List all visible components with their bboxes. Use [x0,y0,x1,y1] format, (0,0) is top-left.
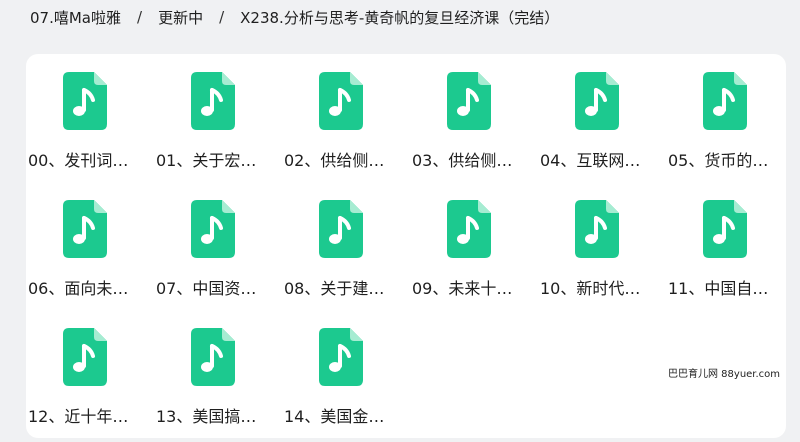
audio-file-icon [447,200,491,258]
file-grid-panel: 00、发刊词… 01、关于宏… 02、供给侧… 03、供给侧… 04、互联网… 05、货币… [26,54,786,438]
file-item[interactable]: 06、面向未… [26,182,154,310]
file-name: 05、货币的… [668,151,769,170]
audio-file-icon [191,328,235,386]
audio-file-icon [63,200,107,258]
file-name: 10、新时代… [540,279,641,298]
file-name: 01、关于宏… [156,151,257,170]
watermark: 巴巴育儿网 88yuer.com [668,369,781,380]
file-name: 12、近十年… [28,407,129,426]
audio-file-icon [63,328,107,386]
file-item[interactable]: 10、新时代… [538,182,666,310]
file-name: 08、关于建… [284,279,385,298]
file-name: 14、美国金… [284,407,385,426]
audio-file-icon [447,72,491,130]
file-name: 11、中国自… [668,279,769,298]
file-name: 13、美国搞… [156,407,257,426]
file-name: 00、发刊词… [28,151,129,170]
file-item[interactable]: 07、中国资… [154,182,282,310]
file-item[interactable]: 02、供给侧… [282,54,410,182]
breadcrumb: 07.嘻Ma啦雅 / 更新中 / X238.分析与思考-黄奇帆的复旦经济课（完结… [30,6,559,28]
audio-file-icon [191,200,235,258]
breadcrumb-item-updating[interactable]: 更新中 [158,7,203,28]
file-name: 06、面向未… [28,279,129,298]
file-item[interactable]: 09、未来十… [410,182,538,310]
file-item[interactable]: 13、美国搞… [154,310,282,438]
file-item[interactable]: 03、供给侧… [410,54,538,182]
breadcrumb-separator: / [219,8,225,26]
file-name: 09、未来十… [412,279,513,298]
audio-file-icon [63,72,107,130]
file-item[interactable]: 11、中国自… [666,182,794,310]
audio-file-icon [575,200,619,258]
audio-file-icon [575,72,619,130]
breadcrumb-separator: / [137,8,143,26]
file-item[interactable]: 05、货币的… [666,54,794,182]
breadcrumb-item-current: X238.分析与思考-黄奇帆的复旦经济课（完结） [240,8,560,27]
file-item[interactable]: 04、互联网… [538,54,666,182]
file-name: 04、互联网… [540,151,641,170]
audio-file-icon [319,328,363,386]
file-name: 02、供给侧… [284,151,385,170]
audio-file-icon [703,200,747,258]
file-item[interactable]: 12、近十年… [26,310,154,438]
audio-file-icon [319,72,363,130]
file-item[interactable]: 08、关于建… [282,182,410,310]
file-item[interactable]: 14、美国金… [282,310,410,438]
file-name: 03、供给侧… [412,151,513,170]
file-name: 07、中国资… [156,279,257,298]
file-item[interactable]: 01、关于宏… [154,54,282,182]
file-item[interactable]: 00、发刊词… [26,54,154,182]
audio-file-icon [319,200,363,258]
audio-file-icon [191,72,235,130]
audio-file-icon [703,72,747,130]
breadcrumb-item-root[interactable]: 07.嘻Ma啦雅 [30,7,121,28]
